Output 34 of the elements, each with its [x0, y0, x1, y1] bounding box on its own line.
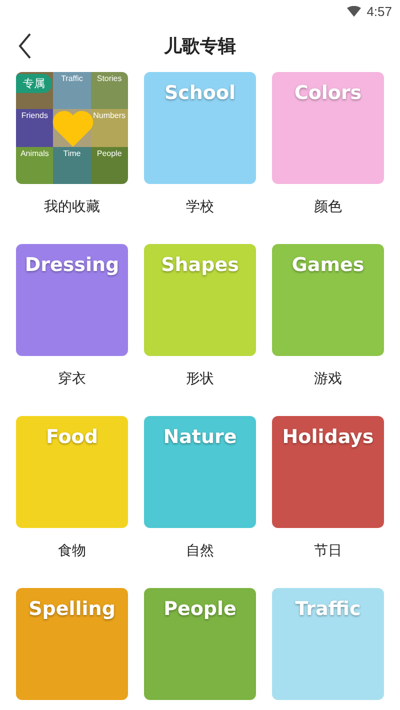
collage-cell: People [90, 146, 128, 184]
album-label: 形状 [186, 370, 214, 388]
album-cover[interactable]: Games [272, 244, 384, 356]
collage-cell: Animals [16, 146, 54, 184]
favorites-collage[interactable]: Traffic Stories Friends Numbers Animals Time People 专属 [16, 72, 128, 184]
album-cover[interactable]: School [144, 72, 256, 184]
collage-cell: Numbers [90, 109, 128, 147]
album-label: 节日 [314, 542, 342, 560]
album-label: 学校 [186, 198, 214, 216]
wifi-icon [346, 6, 361, 16]
album-label: 自然 [186, 542, 214, 560]
album-cover[interactable]: People [144, 588, 256, 700]
album-cover[interactable]: Colors [272, 72, 384, 184]
album-label: 食物 [58, 542, 86, 560]
collage-cell: Stories [90, 72, 128, 110]
collage-cell: Traffic [53, 72, 91, 110]
album-label: 颜色 [314, 198, 342, 216]
status-time: 4:57 [366, 4, 392, 18]
album-cover[interactable]: Shapes [144, 244, 256, 356]
album-cover[interactable]: Traffic [272, 588, 384, 700]
back-icon [18, 33, 32, 59]
album-label: 我的收藏 [44, 198, 100, 216]
album-cover[interactable]: Spelling [16, 588, 128, 700]
album-cover[interactable]: Food [16, 416, 128, 528]
collage-cell: Time [53, 146, 91, 184]
back-button[interactable] [18, 33, 32, 59]
album-label: 穿衣 [58, 370, 86, 388]
collage-cell: Friends [16, 109, 54, 147]
album-cover[interactable]: Holidays [272, 416, 384, 528]
album-label: 游戏 [314, 370, 342, 388]
page-title: 儿歌专辑 [164, 35, 236, 58]
exclusive-badge: 专属 [16, 74, 52, 93]
album-cover[interactable]: Nature [144, 416, 256, 528]
album-cover[interactable]: Dressing [16, 244, 128, 356]
